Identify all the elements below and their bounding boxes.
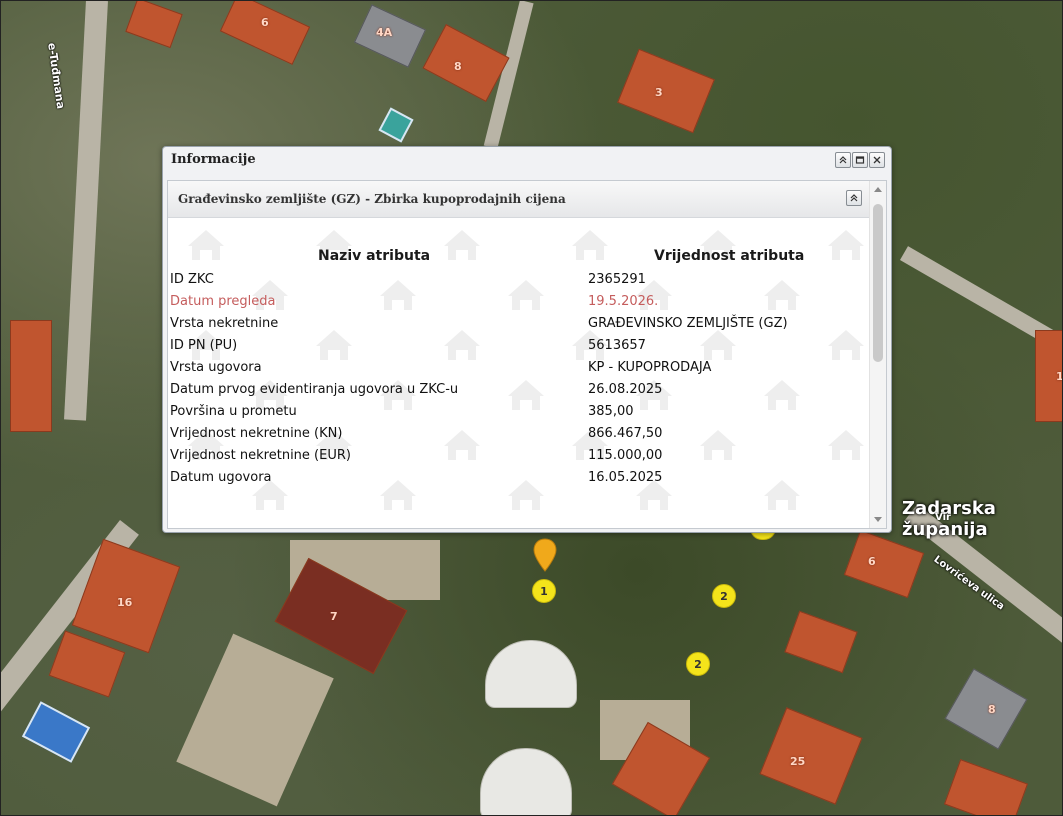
attribute-name: Datum pregleda [170,294,276,309]
tent-canopy [480,748,572,816]
attribute-name: Vrijednost nekretnine (KN) [170,426,343,441]
attribute-table: Naziv atributa Vrijednost atributa ID ZK… [168,218,870,528]
table-row: Datum prvog evidentiranja ugovora u ZKC-… [168,382,870,404]
attribute-name: Vrsta ugovora [170,360,262,375]
location-pin-icon[interactable] [531,537,559,577]
building-roof [10,320,52,432]
house-number: 8 [988,703,996,716]
street-label: e-Tuđmana [45,42,68,110]
attribute-name: Datum ugovora [170,470,272,485]
house-number: 1 [1056,370,1063,383]
vertical-scrollbar[interactable] [869,181,886,528]
table-row: Vrsta nekretnine GRAĐEVINSKO ZEMLJIŠTE (… [168,316,870,338]
building-roof [943,759,1029,816]
table-row: Površina u prometu 385,00 [168,404,870,426]
road-tudmana [64,0,108,421]
house-number: 25 [790,755,806,768]
panel-title: Građevinsko zemljište (GZ) - Zbirka kupo… [178,192,566,206]
table-row: Vrijednost nekretnine (EUR) 115.000,00 [168,448,870,470]
scrollbar-thumb[interactable] [873,204,883,362]
attribute-name: Vrsta nekretnine [170,316,279,331]
map-marker[interactable]: 1 [532,579,556,603]
attribute-value: KP - KUPOPRODAJA [588,360,712,375]
building-roof [617,48,715,134]
table-row: ID PN (PU) 5613657 [168,338,870,360]
house-number: 7 [330,610,338,623]
window-title: Informacije [171,152,256,167]
table-row: Vrsta ugovora KP - KUPOPRODAJA [168,360,870,382]
house-number: 8 [454,60,462,73]
table-row-highlighted: Datum pregleda 19.5.2026. [168,294,870,316]
attribute-value: 115.000,00 [588,448,663,463]
window-toolbar [835,152,885,168]
close-icon [873,156,881,164]
collapse-button[interactable] [835,152,851,168]
attribute-value: 2365291 [588,272,646,287]
map-marker[interactable]: 2 [686,652,710,676]
maximize-icon [855,156,865,164]
building-roof [784,610,858,674]
attribute-name: Datum prvog evidentiranja ugovora u ZKC-… [170,382,459,397]
attribute-value: 866.467,50 [588,426,663,441]
panel-header: Građevinsko zemljište (GZ) - Zbirka kupo… [168,181,870,218]
info-panel: Građevinsko zemljište (GZ) - Zbirka kupo… [167,180,887,529]
collapse-icon [839,156,847,164]
attribute-name: Površina u prometu [170,404,297,419]
table-row: Datum ugovora 16.05.2025 [168,470,870,492]
house-number: 6 [261,16,269,29]
attribute-value: 16.05.2025 [588,470,663,485]
region-overlay-label: Vir [935,512,951,523]
scroll-down-icon[interactable] [874,517,882,522]
house-number: 6 [868,555,876,568]
building-roof [125,0,183,49]
attribute-name: ID PN (PU) [170,338,238,353]
building-roof [759,707,863,805]
map-marker[interactable]: 2 [712,584,736,608]
attribute-value: 5613657 [588,338,646,353]
close-button[interactable] [869,152,885,168]
attribute-name: Vrijednost nekretnine (EUR) [170,448,351,463]
attribute-value: 385,00 [588,404,634,419]
attribute-name: ID ZKC [170,272,214,287]
header-attribute-value: Vrijednost atributa [654,248,805,264]
panel-collapse-button[interactable] [846,190,862,206]
attribute-value: 19.5.2026. [588,294,659,309]
lot [176,633,334,807]
house-number: 3 [655,86,663,99]
info-window: Informacije Građevinsko zemljište (GZ) -… [162,146,892,533]
house-number: 16 [117,596,133,609]
table-row: Vrijednost nekretnine (KN) 866.467,50 [168,426,870,448]
attribute-value: GRAĐEVINSKO ZEMLJIŠTE (GZ) [588,316,788,331]
building-roof [219,0,311,65]
maximize-button[interactable] [852,152,868,168]
swimming-pool [21,701,91,763]
tent-canopy [485,640,577,708]
header-attribute-name: Naziv atributa [318,248,431,264]
collapse-icon [850,194,858,202]
attribute-value: 26.08.2025 [588,382,663,397]
table-row: ID ZKC 2365291 [168,272,870,294]
house-number: 4A [376,26,393,39]
swimming-pool [378,107,414,143]
scroll-up-icon[interactable] [874,187,882,192]
building-roof [944,668,1028,750]
building-roof [843,529,925,599]
